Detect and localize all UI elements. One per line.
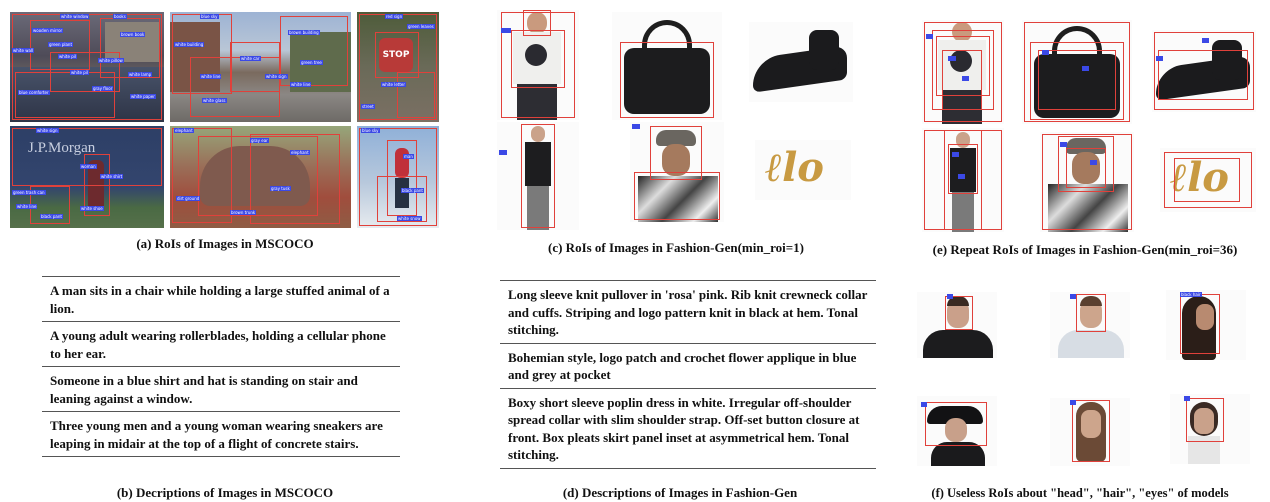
caption-f: (f) Useless RoIs about "head", "hair", "… <box>931 486 1229 500</box>
roi-label: white shoe <box>80 206 104 211</box>
roi-label: gray ear <box>250 138 269 143</box>
roi-label: black pant <box>40 214 63 219</box>
useless-image-6 <box>1170 394 1250 464</box>
mscoco-image-elephants: elephant gray ear elephant dirt ground b… <box>170 126 351 228</box>
description-row: Someone in a blue shirt and hat is stand… <box>42 367 400 412</box>
repeat-image-bag <box>1022 20 1132 124</box>
useless-image-1 <box>917 292 997 358</box>
repeat-image-tshirt <box>922 20 1004 124</box>
fashion-image-sneaker <box>749 22 853 102</box>
roi-label: white building <box>174 42 205 47</box>
roi-label: white window <box>60 14 90 19</box>
caption-a: (a) RoIs of Images in MSCOCO <box>136 236 314 251</box>
useless-image-5 <box>1050 398 1130 466</box>
mscoco-image-bedroom: white window books wooden mirror brown b… <box>10 12 164 122</box>
roi-label: man <box>403 154 414 159</box>
roi-label: wooden mirror <box>32 28 64 33</box>
repeat-image-jewelry: ℓlo <box>1160 148 1256 212</box>
mscoco-image-skier: blue sky man black pant white snow <box>357 126 439 228</box>
roi-label: street <box>361 104 375 109</box>
roi-label: green leaves <box>407 24 435 29</box>
description-row: A young adult wearing rollerblades, hold… <box>42 322 400 367</box>
repeat-image-woman <box>922 128 1004 232</box>
roi-label: gray floor <box>92 86 114 91</box>
caption-e: (e) Repeat RoIs of Images in Fashion-Gen… <box>932 242 1238 257</box>
roi-label: white paper <box>130 94 156 99</box>
caption-c: (c) RoIs of Images in Fashion-Gen(min_ro… <box>548 240 804 255</box>
roi-label: gray tusk <box>270 186 291 191</box>
useless-image-4 <box>917 396 997 466</box>
roi-label: books <box>113 14 127 19</box>
roi-label: white car <box>240 56 261 61</box>
repeat-image-hat-man <box>1040 132 1134 232</box>
roi-label: white letter <box>381 82 407 87</box>
roi-label: elephant <box>290 150 310 155</box>
roi-label: white snow <box>397 216 422 221</box>
roi-label: blue comforter <box>18 90 50 95</box>
roi-label: elephant <box>174 128 194 133</box>
caption-d: (d) Descriptions of Images in Fashion-Ge… <box>562 485 798 500</box>
repeat-image-sneaker <box>1152 30 1256 112</box>
fashion-description-table: Long sleeve knit pullover in 'rosa' pink… <box>500 280 876 469</box>
roi-label: red sign <box>385 14 404 19</box>
roi-label: white line <box>200 74 222 79</box>
mscoco-image-bank: J.P.Morgan white sign woman white shirt … <box>10 126 164 228</box>
roi-label: dirt ground <box>176 196 201 201</box>
roi-label: green tree <box>300 60 323 65</box>
roi-label: brown building <box>288 30 320 35</box>
description-row: Three young men and a young woman wearin… <box>42 412 400 457</box>
roi-label: brown trunk <box>230 210 257 215</box>
mscoco-image-street: blue sky brown building white line white… <box>170 12 351 122</box>
roi-label: white lamp <box>128 72 153 77</box>
roi-label: blue sky <box>200 14 219 19</box>
fashion-image-bag <box>612 12 722 120</box>
roi-label: black pant <box>401 188 424 193</box>
roi-label: white pil <box>58 54 77 59</box>
fashion-image-hat-man <box>630 122 724 222</box>
fashion-image-woman <box>497 122 579 230</box>
fashion-image-jewelry: ℓlo <box>755 140 851 200</box>
description-row: Long sleeve knit pullover in 'rosa' pink… <box>500 280 876 344</box>
useless-image-3: black hair <box>1166 290 1246 360</box>
roi-label: white pillow <box>98 58 124 63</box>
roi-label: white sign <box>265 74 288 79</box>
description-row: A man sits in a chair while holding a la… <box>42 276 400 322</box>
description-row: Boxy short sleeve poplin dress in white.… <box>500 389 876 469</box>
roi-label: green plant <box>48 42 74 47</box>
roi-label: white line <box>290 82 312 87</box>
mscoco-image-stop-sign: STOP red sign white letter green leaves … <box>357 12 439 122</box>
description-row: Bohemian style, logo patch and crochet f… <box>500 344 876 389</box>
fashion-image-tshirt <box>497 10 579 120</box>
roi-label: woman <box>80 164 97 169</box>
roi-label: green trash can <box>12 190 46 195</box>
roi-label: white pil <box>70 70 89 75</box>
caption-b: (b) Decriptions of Images in MSCOCO <box>116 485 334 500</box>
mscoco-description-table: A man sits in a chair while holding a la… <box>42 276 400 457</box>
roi-label: white sign <box>36 128 59 133</box>
roi-label: white line <box>16 204 38 209</box>
roi-label: brown book <box>120 32 146 37</box>
roi-label: white glass <box>202 98 227 103</box>
roi-label: white shirt <box>100 174 124 179</box>
roi-label: white wall <box>12 48 35 53</box>
useless-image-2 <box>1050 292 1130 358</box>
roi-label: blue sky <box>361 128 380 133</box>
roi-label: black hair <box>1180 292 1202 297</box>
